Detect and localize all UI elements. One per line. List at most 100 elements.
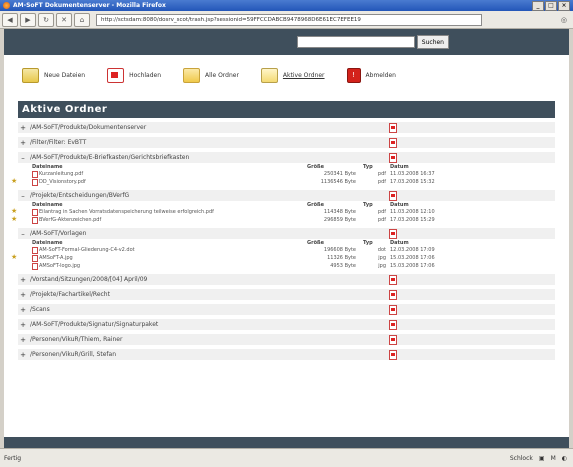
toggle-icon[interactable]: + (18, 124, 28, 132)
file-size: 296859 Byte (323, 217, 356, 223)
folder-row[interactable]: + /Vorstand/Sitzungen/2008/[04] April/09 (18, 274, 555, 285)
toggle-icon[interactable]: + (18, 336, 28, 344)
search-button[interactable]: Suchen (416, 35, 449, 49)
file-row[interactable]: AM-SoFT-Formal-Gliederung-C4-v2.dot 1966… (18, 246, 555, 254)
page-footer (4, 437, 569, 448)
pdf-icon[interactable] (389, 123, 397, 133)
folder-row[interactable]: + /Filter/Filter: EvBTT (18, 137, 555, 148)
folder-row[interactable]: – /AM-SoFT/Vorlagen (18, 228, 555, 239)
star-icon[interactable]: ★ (11, 216, 18, 223)
addon-icon[interactable]: ▣ (539, 455, 545, 462)
file-table-header: Dateiname Größe Typ Datum (18, 239, 555, 246)
folder-name[interactable]: /Filter/Filter: EvBTT (30, 139, 86, 146)
toolbar-new-docs[interactable]: Neue Dateien (22, 67, 86, 83)
toggle-icon[interactable]: + (18, 291, 28, 299)
toggle-icon[interactable]: + (18, 321, 28, 329)
folder-row[interactable]: + /Personen/VikuR/Thiem, Rainer (18, 334, 555, 345)
file-row[interactable]: ★ AMSoFT-A.jpg 11326 Byte jpg 15.03.2008… (11, 254, 555, 262)
star-icon[interactable]: ★ (11, 254, 18, 261)
folder-name[interactable]: /AM-SoFT/Vorlagen (30, 230, 86, 237)
star-icon[interactable]: ★ (11, 178, 18, 185)
pdf-icon[interactable] (389, 350, 397, 360)
file-row[interactable]: ★ BVerfG-Aktenzeichen.pdf 296859 Byte pd… (11, 216, 555, 224)
folder-name[interactable]: /AM-SoFT/Produkte/Dokumentenserver (30, 124, 146, 131)
folder-name[interactable]: /AM-SoFT/Produkte/E-Briefkasten/Gerichts… (30, 154, 189, 161)
status-right-label[interactable]: Schlock (510, 455, 533, 462)
col-date: Datum (390, 239, 409, 246)
file-row[interactable]: Kurzanleitung.pdf 250341 Byte pdf 11.03.… (18, 170, 555, 178)
folder-name[interactable]: /Personen/VikuR/Thiem, Rainer (30, 336, 122, 343)
col-name: Dateiname (32, 239, 63, 246)
folder-row[interactable]: + /Scans (18, 304, 555, 315)
file-name[interactable]: AM-SoFT-Formal-Gliederung-C4-v2.dot (39, 247, 135, 253)
folder-name[interactable]: /Projekte/Entscheidungen/BVerfG (30, 192, 129, 199)
minimize-button[interactable]: _ (532, 0, 544, 11)
file-table-header: Dateiname Größe Typ Datum (18, 201, 555, 208)
star-icon[interactable]: ★ (11, 208, 18, 215)
back-button[interactable]: ◀ (2, 12, 18, 27)
maximize-button[interactable]: □ (545, 0, 557, 11)
image-file-icon (32, 263, 38, 270)
pdf-icon[interactable] (389, 153, 397, 163)
file-name[interactable]: AMSoFT-A.jpg (39, 255, 73, 261)
folder-row[interactable]: – /Projekte/Entscheidungen/BVerfG (18, 190, 555, 201)
pdf-icon[interactable] (389, 305, 397, 315)
folder-name[interactable]: /Projekte/Fachartikel/Recht (30, 291, 110, 298)
toggle-icon[interactable]: + (18, 351, 28, 359)
forward-button[interactable]: ▶ (20, 12, 36, 27)
toolbar-active-folders[interactable]: Aktive Ordner (260, 67, 325, 83)
toggle-icon[interactable]: + (18, 276, 28, 284)
toggle-icon[interactable]: + (18, 306, 28, 314)
file-row[interactable]: ★ DD_Visionstory.pdf 1136546 Byte pdf 17… (11, 178, 555, 186)
folder-name[interactable]: /AM-SoFT/Produkte/Signatur/Signaturpaket (30, 321, 158, 328)
toggle-icon[interactable]: – (18, 192, 28, 200)
window-controls: _ □ × (532, 0, 570, 11)
file-name[interactable]: Eilantrag in Sachen Vorratsdatenspeicher… (39, 209, 214, 215)
folder-name[interactable]: /Personen/VikuR/Grill, Stefan (30, 351, 116, 358)
stop-button[interactable]: ✕ (56, 12, 72, 27)
pdf-icon[interactable] (389, 335, 397, 345)
toolbar-logout[interactable]: ! Abmelden (346, 67, 396, 83)
file-type: pdf (377, 179, 386, 185)
window-title: AM-SoFT Dokumentenserver - Mozilla Firef… (13, 2, 166, 9)
toolbar-all-folders[interactable]: Alle Ordner (183, 67, 239, 83)
close-button[interactable]: × (558, 0, 570, 11)
folder-row[interactable]: – /AM-SoFT/Produkte/E-Briefkasten/Gerich… (18, 152, 555, 163)
file-row[interactable]: AMSoFT-logo.jpg 4953 Byte jpg 15.03.2008… (18, 262, 555, 270)
file-name[interactable]: DD_Visionstory.pdf (39, 179, 86, 185)
search-engine-icon[interactable]: ◎ (561, 16, 567, 24)
toolbar-upload[interactable]: Hochladen (107, 67, 161, 83)
firefox-status-icon[interactable]: ◐ (562, 455, 567, 462)
col-name: Dateiname (32, 201, 63, 208)
folder-name[interactable]: /Vorstand/Sitzungen/2008/[04] April/09 (30, 276, 147, 283)
pdf-icon[interactable] (389, 290, 397, 300)
toggle-icon[interactable]: – (18, 154, 28, 162)
file-date: 17.03.2008 15:29 (390, 217, 435, 223)
new-docs-label: Neue Dateien (44, 71, 86, 79)
pdf-icon[interactable] (389, 275, 397, 285)
file-name[interactable]: BVerfG-Aktenzeichen.pdf (39, 217, 101, 223)
gmail-icon[interactable]: M (551, 455, 556, 462)
toggle-icon[interactable]: – (18, 230, 28, 238)
pdf-icon[interactable] (389, 191, 397, 201)
col-type: Typ (363, 239, 373, 246)
folder-row[interactable]: + /Personen/VikuR/Grill, Stefan (18, 349, 555, 360)
toggle-icon[interactable]: + (18, 139, 28, 147)
file-row[interactable]: ★ Eilantrag in Sachen Vorratsdatenspeich… (11, 208, 555, 216)
pdf-file-icon (32, 179, 38, 186)
folder-row[interactable]: + /AM-SoFT/Produkte/Dokumentenserver (18, 122, 555, 133)
folder-row[interactable]: + /AM-SoFT/Produkte/Signatur/Signaturpak… (18, 319, 555, 330)
pdf-icon[interactable] (389, 320, 397, 330)
pdf-icon[interactable] (389, 138, 397, 148)
home-button[interactable]: ⌂ (74, 12, 90, 27)
url-bar[interactable]: http://sctsdam:8080/dosrv_scot/trash.jsp… (96, 13, 482, 26)
file-date: 11.03.2008 12:10 (390, 209, 435, 215)
file-name[interactable]: AMSoFT-logo.jpg (39, 263, 80, 269)
reload-button[interactable]: ↻ (38, 12, 54, 27)
folder-row[interactable]: + /Projekte/Fachartikel/Recht (18, 289, 555, 300)
folder-icon (183, 67, 201, 83)
folder-name[interactable]: /Scans (30, 306, 50, 313)
file-name[interactable]: Kurzanleitung.pdf (39, 171, 83, 177)
search-input[interactable] (296, 36, 415, 48)
pdf-icon[interactable] (389, 229, 397, 239)
